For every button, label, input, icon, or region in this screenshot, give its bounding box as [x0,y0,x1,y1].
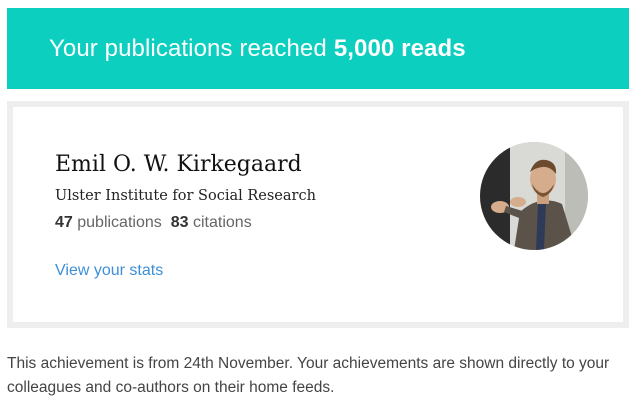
avatar[interactable] [480,142,588,250]
author-name[interactable]: Emil O. W. Kirkegaard [55,152,302,177]
author-institution: Ulster Institute for Social Research [55,188,316,204]
citations-label: citations [193,214,252,231]
author-stats: 47 publications 83 citations [55,214,252,232]
profile-card: Emil O. W. Kirkegaard Ulster Institute f… [13,107,623,322]
publications-label: publications [77,214,162,231]
banner-text: Your publications reached [49,34,327,62]
citations-count: 83 [170,214,189,231]
banner-reads-count: 5,000 reads [333,34,466,62]
profile-card-frame: Emil O. W. Kirkegaard Ulster Institute f… [7,101,629,328]
avatar-photo [480,142,588,250]
achievement-banner: Your publications reached 5,000 reads [7,8,629,89]
view-stats-link[interactable]: View your stats [55,262,163,280]
achievement-footer-text: This achievement is from 24th November. … [7,355,610,396]
publications-count: 47 [55,214,73,231]
